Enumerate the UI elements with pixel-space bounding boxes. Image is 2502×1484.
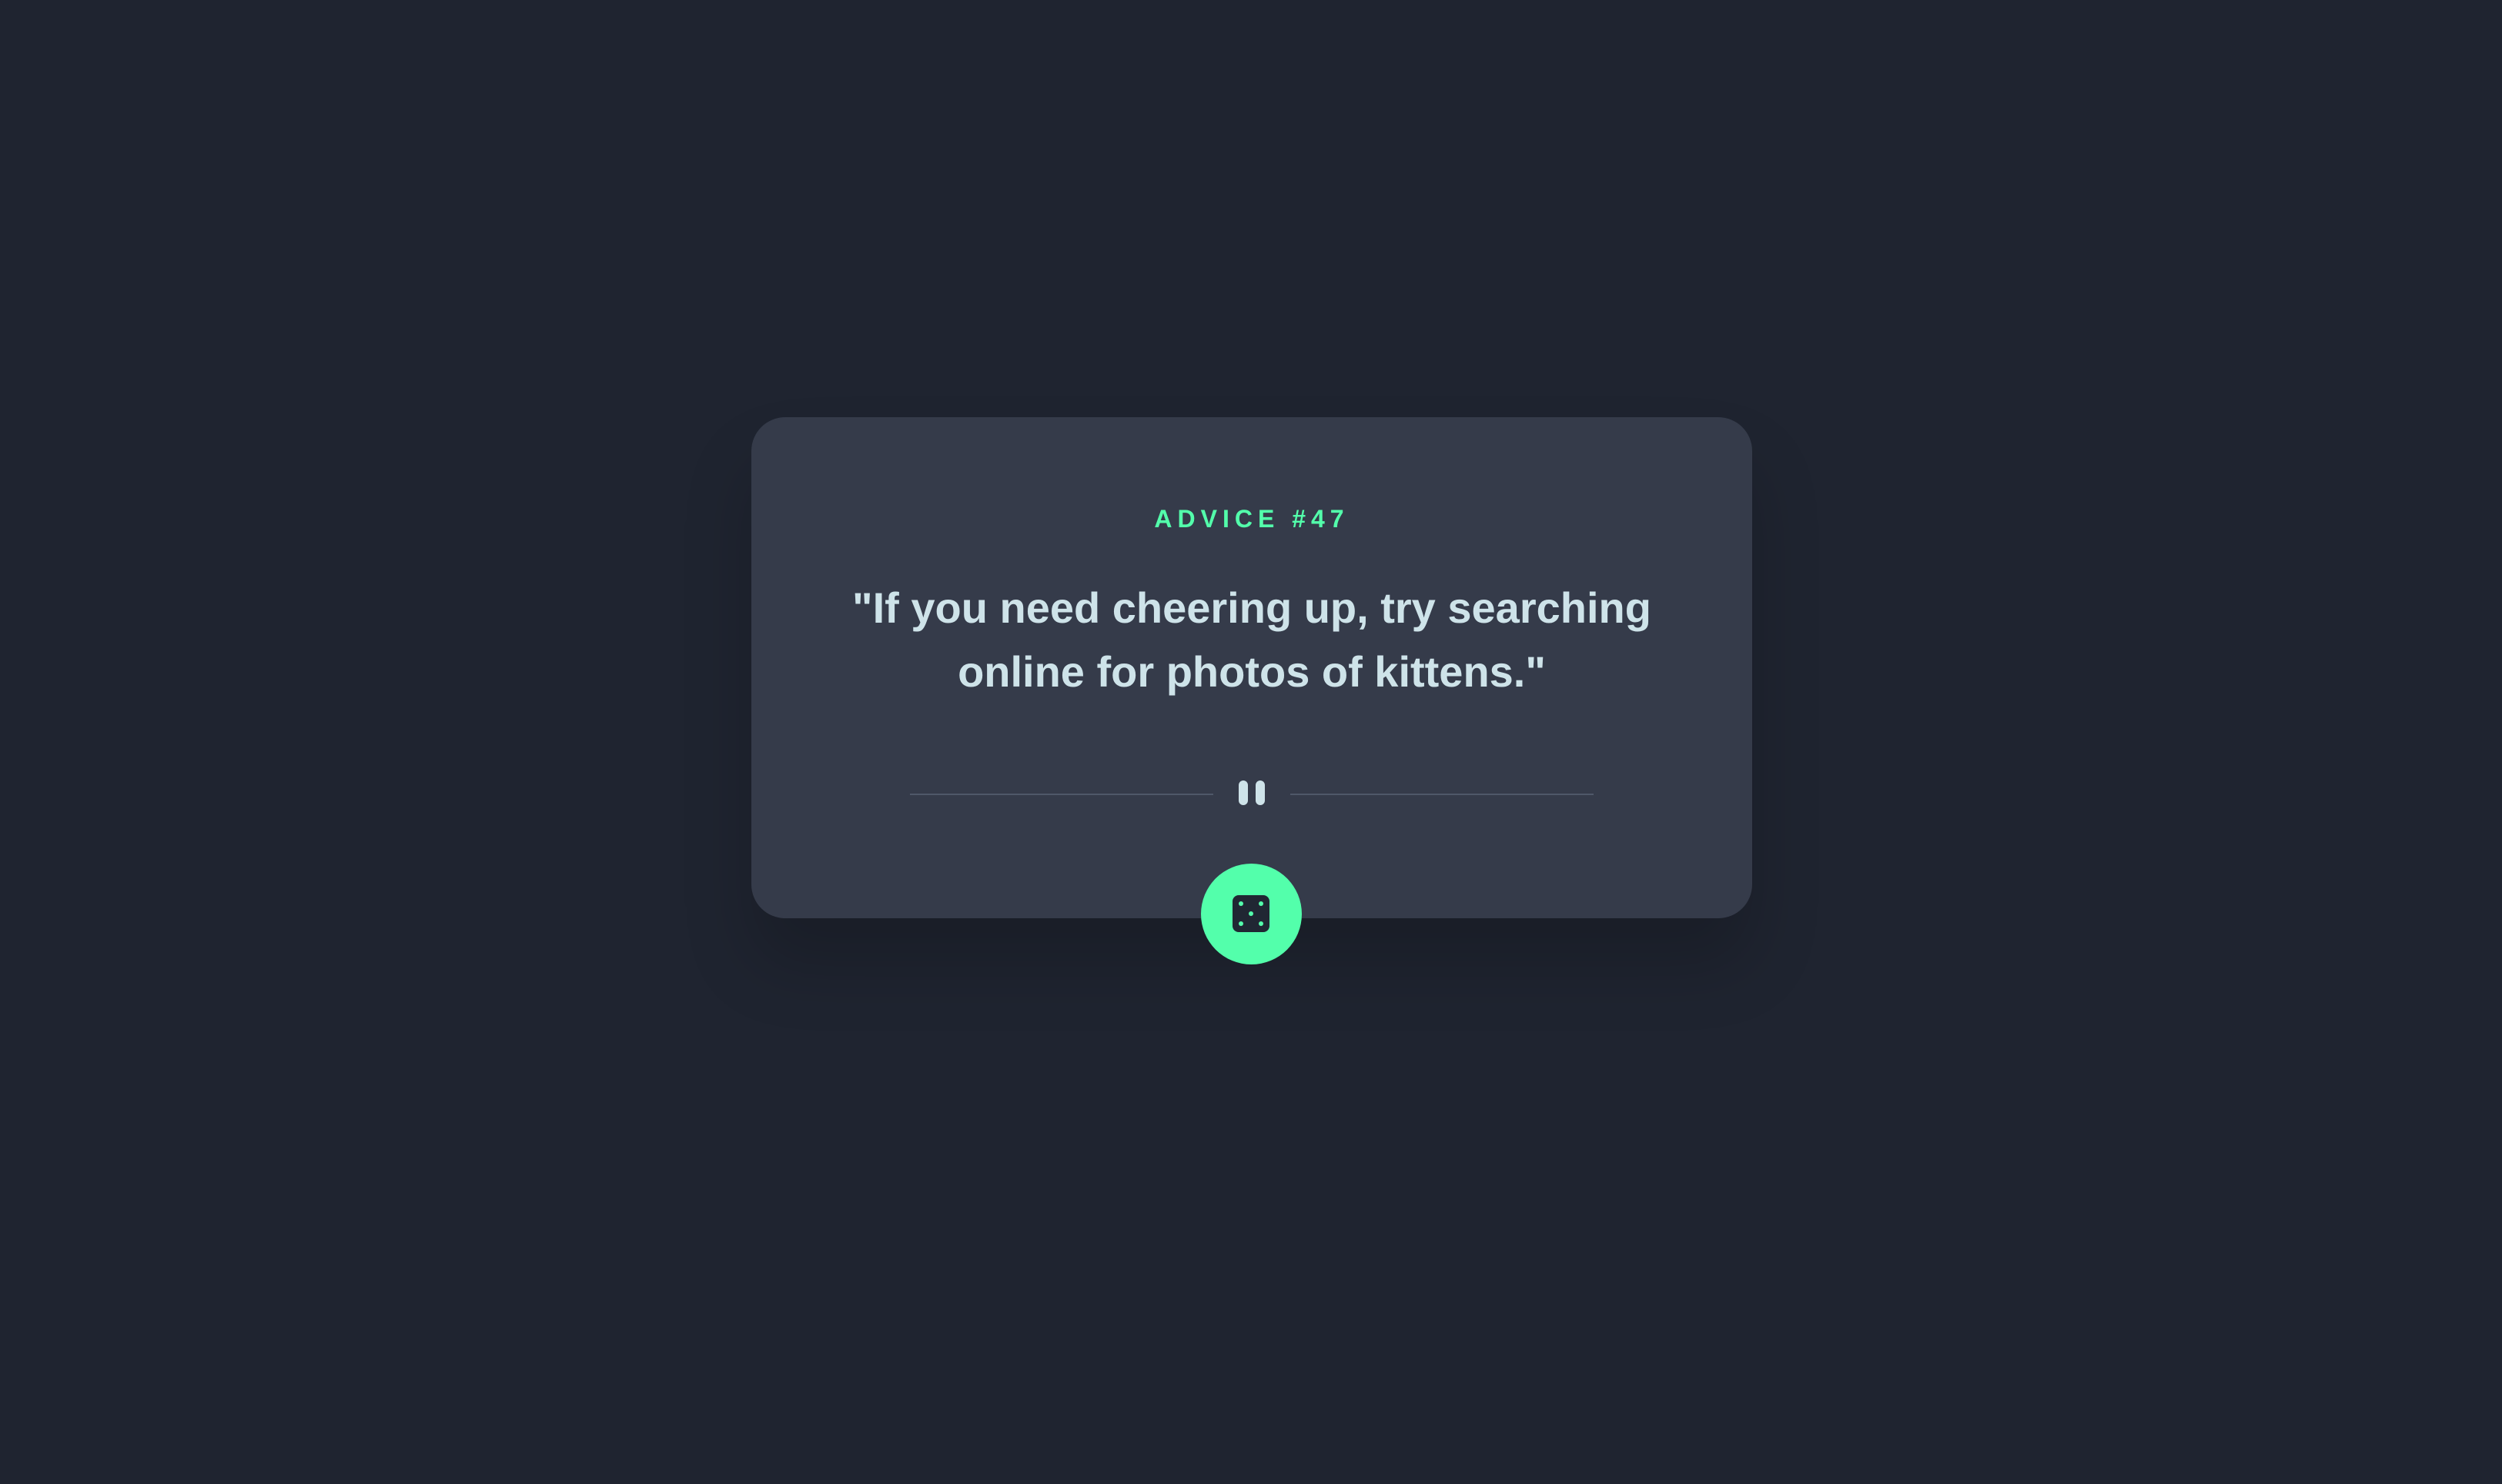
- advice-quote: "If you need cheering up, try searching …: [852, 583, 1651, 696]
- pause-bar: [1256, 780, 1265, 805]
- pause-bar: [1239, 780, 1248, 805]
- dice-pip: [1239, 901, 1243, 906]
- divider: [910, 779, 1594, 810]
- dice-icon: [1233, 895, 1269, 932]
- dice-pip: [1239, 921, 1243, 926]
- dice-pip: [1259, 921, 1263, 926]
- advice-card: ADVICE #47 "If you need cheering up, try…: [751, 417, 1752, 918]
- new-advice-button[interactable]: [1201, 864, 1302, 964]
- pause-icon: [1238, 780, 1266, 808]
- divider-line-left: [910, 794, 1213, 795]
- dice-pip: [1259, 901, 1263, 906]
- advice-id-heading: ADVICE #47: [1154, 505, 1350, 533]
- divider-line-right: [1290, 794, 1594, 795]
- dice-pip: [1249, 911, 1253, 916]
